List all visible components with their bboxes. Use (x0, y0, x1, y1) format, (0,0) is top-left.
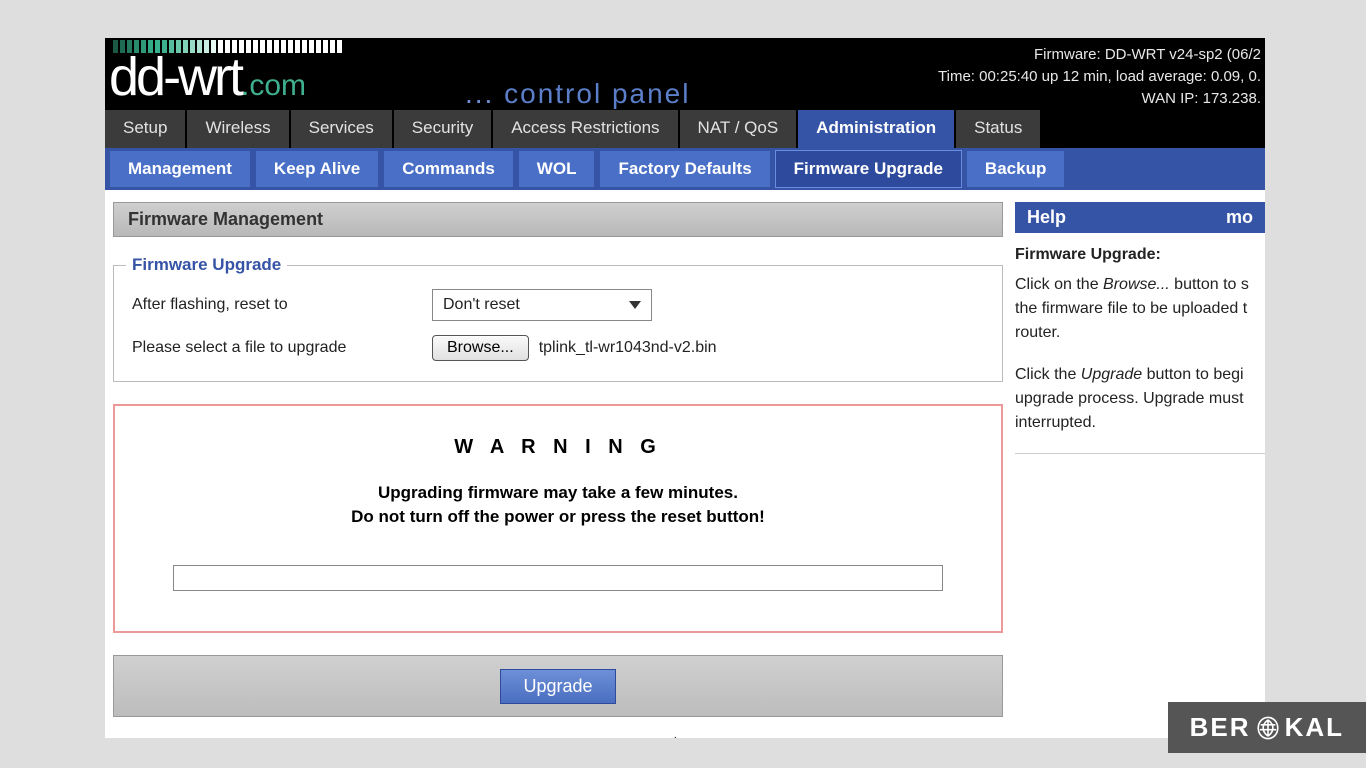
watermark: BER KAL (1168, 702, 1366, 753)
section-title: Firmware Management (113, 202, 1003, 237)
app-window: dd-wrt.com ... control panel Firmware: D… (105, 38, 1265, 738)
wan-ip: WAN IP: 173.238. (938, 88, 1261, 110)
help-body: Firmware Upgrade: Click on the Browse...… (1015, 233, 1265, 454)
reset-row: After flashing, reset to Don't reset (132, 289, 984, 321)
tab-status[interactable]: Status (956, 110, 1042, 148)
subtab-keep-alive[interactable]: Keep Alive (255, 150, 379, 188)
control-panel-dots: ... (465, 78, 494, 109)
warning-line-1: Upgrading firmware may take a few minute… (165, 481, 951, 505)
fieldset-legend: Firmware Upgrade (126, 255, 287, 275)
logo: dd-wrt.com (109, 46, 306, 108)
file-row: Please select a file to upgrade Browse..… (132, 335, 984, 361)
browse-button[interactable]: Browse... (432, 335, 529, 361)
tab-administration[interactable]: Administration (798, 110, 956, 148)
tab-access-restrictions[interactable]: Access Restrictions (493, 110, 679, 148)
subtab-firmware-upgrade[interactable]: Firmware Upgrade (775, 150, 962, 188)
help-heading: Firmware Upgrade: (1015, 243, 1265, 267)
control-panel-label: ... control panel (465, 78, 690, 110)
watermark-icon (1255, 715, 1281, 741)
tab-setup[interactable]: Setup (105, 110, 187, 148)
reset-select-value: Don't reset (443, 296, 520, 314)
upgrade-button[interactable]: Upgrade (500, 669, 615, 704)
main-column: Firmware Management Firmware Upgrade Aft… (113, 202, 1003, 717)
reset-label: After flashing, reset to (132, 296, 432, 314)
action-bar: Upgrade (113, 655, 1003, 717)
tab-nat-qos[interactable]: NAT / QoS (680, 110, 799, 148)
reset-select[interactable]: Don't reset (432, 289, 652, 321)
help-more-link[interactable]: mo (1226, 207, 1253, 228)
help-column: Help mo Firmware Upgrade: Click on the B… (1015, 202, 1265, 717)
progress-bar (173, 565, 943, 591)
tab-services[interactable]: Services (291, 110, 394, 148)
file-label: Please select a file to upgrade (132, 339, 432, 357)
header: dd-wrt.com ... control panel Firmware: D… (105, 38, 1265, 110)
help-divider (1015, 453, 1265, 454)
warning-text: Upgrading firmware may take a few minute… (165, 481, 951, 529)
sub-tabs: Management Keep Alive Commands WOL Facto… (105, 148, 1265, 190)
uptime-line: Time: 00:25:40 up 12 min, load average: … (938, 66, 1261, 88)
warning-title: W A R N I N G (165, 436, 951, 459)
tab-wireless[interactable]: Wireless (187, 110, 290, 148)
logo-main: dd-wrt (109, 47, 241, 107)
warning-line-2: Do not turn off the power or press the r… (165, 505, 951, 529)
selected-filename: tplink_tl-wr1043nd-v2.bin (539, 339, 717, 357)
subtab-factory-defaults[interactable]: Factory Defaults (599, 150, 770, 188)
subtab-management[interactable]: Management (109, 150, 251, 188)
firmware-upgrade-fieldset: Firmware Upgrade After flashing, reset t… (113, 255, 1003, 382)
main-tabs: Setup Wireless Services Security Access … (105, 110, 1265, 148)
help-para-1: Click on the Browse... button to s the f… (1015, 273, 1265, 345)
warning-box: W A R N I N G Upgrading firmware may tak… (113, 404, 1003, 633)
cursor-icon (670, 736, 692, 738)
subtab-wol[interactable]: WOL (518, 150, 596, 188)
help-para-2: Click the Upgrade button to begi upgrade… (1015, 363, 1265, 435)
control-panel-text: control panel (504, 78, 690, 109)
subtab-backup[interactable]: Backup (966, 150, 1065, 188)
help-bar: Help mo (1015, 202, 1265, 233)
tab-security[interactable]: Security (394, 110, 493, 148)
firmware-version: Firmware: DD-WRT v24-sp2 (06/2 (938, 44, 1261, 66)
chevron-down-icon (629, 301, 641, 309)
content-area: Firmware Management Firmware Upgrade Aft… (105, 190, 1265, 717)
logo-suffix: .com (241, 69, 306, 102)
subtab-commands[interactable]: Commands (383, 150, 514, 188)
help-title: Help (1027, 207, 1066, 228)
header-status: Firmware: DD-WRT v24-sp2 (06/2 Time: 00:… (938, 44, 1265, 110)
